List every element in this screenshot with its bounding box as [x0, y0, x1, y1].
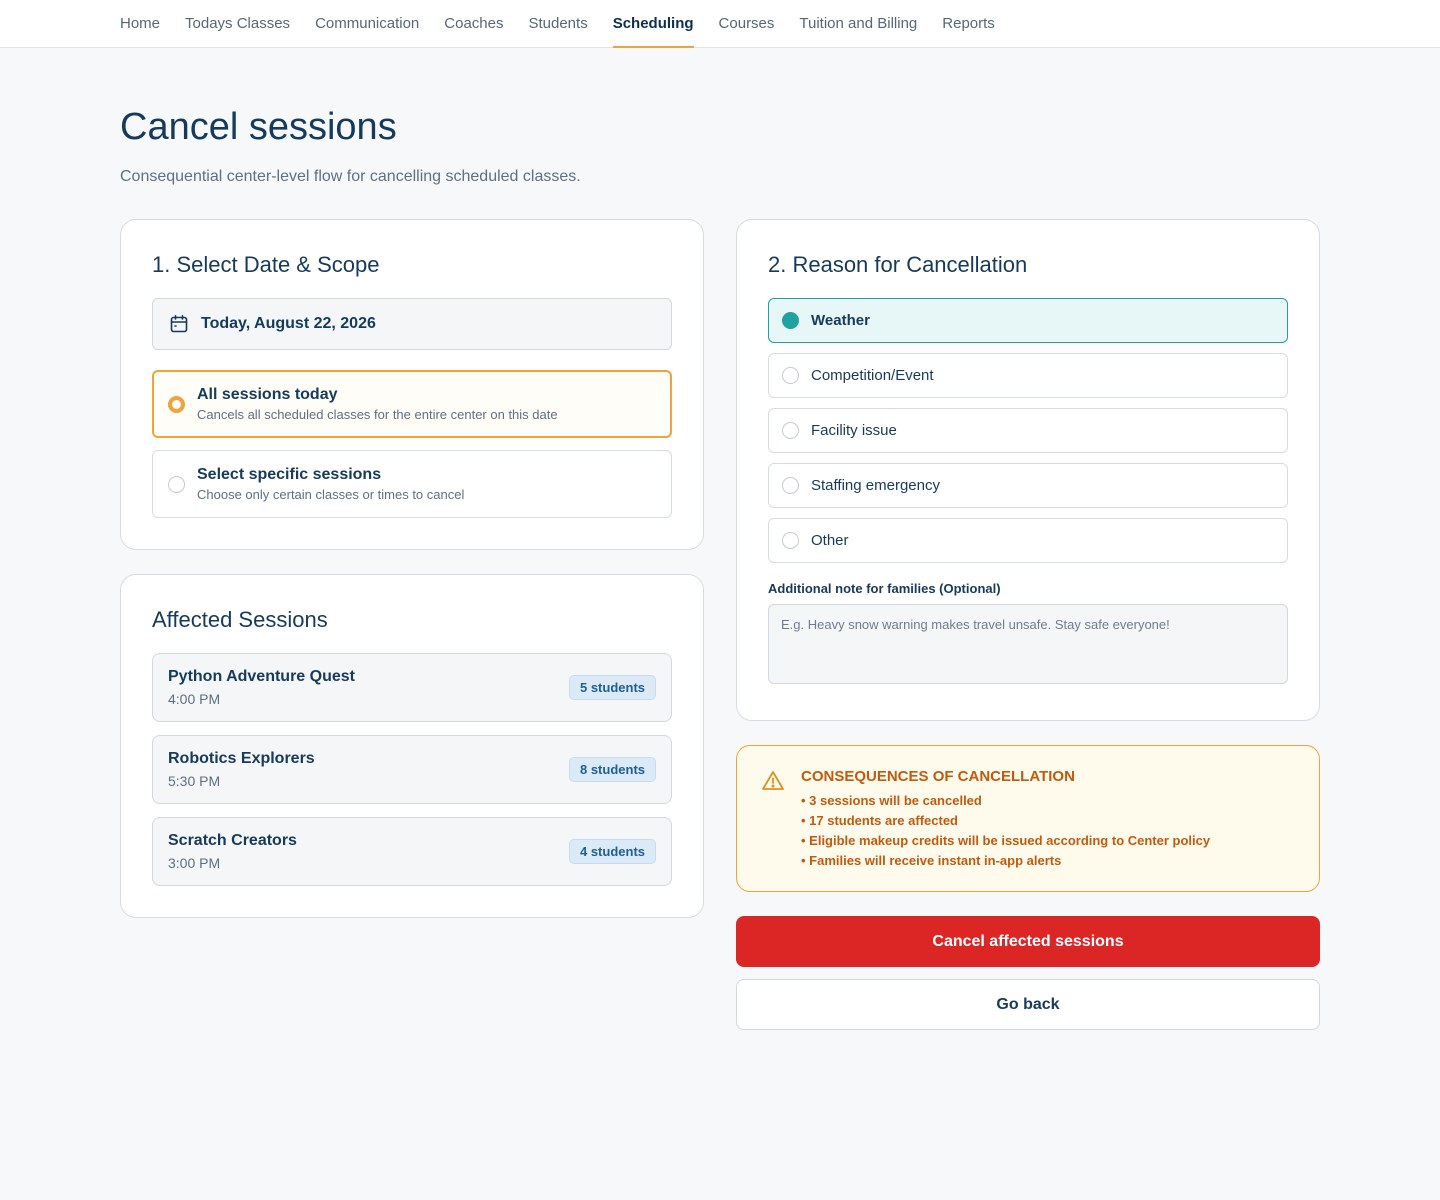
scope-option-label: All sessions today [197, 386, 338, 403]
page-subtitle: Consequential center-level flow for canc… [120, 168, 581, 185]
session-name: Python Adventure Quest [168, 668, 355, 685]
nav-reports[interactable]: Reports [942, 0, 995, 47]
reason-card: 2. Reason for Cancellation Weather Compe… [736, 219, 1320, 721]
reason-title: 2. Reason for Cancellation [768, 252, 1028, 277]
session-time: 5:30 PM [168, 773, 221, 789]
radio-unselected-icon [782, 422, 799, 439]
calendar-icon [170, 314, 188, 333]
date-scope-card: 1. Select Date & Scope Today, August 22,… [120, 219, 704, 550]
consequences-list: • 3 sessions will be cancelled • 17 stud… [801, 791, 1210, 871]
consequences-title: CONSEQUENCES OF CANCELLATION [801, 768, 1075, 785]
radio-unselected-icon [782, 367, 799, 384]
nav-communication[interactable]: Communication [315, 0, 419, 47]
affected-sessions-title: Affected Sessions [152, 607, 328, 632]
nav-scheduling[interactable]: Scheduling [612, 0, 694, 48]
family-note-input[interactable] [768, 604, 1288, 684]
left-column: 1. Select Date & Scope Today, August 22,… [120, 219, 704, 1030]
reason-option-label: Facility issue [811, 422, 897, 439]
session-name: Scratch Creators [168, 832, 297, 849]
session-time: 3:00 PM [168, 855, 221, 871]
reason-option-label: Competition/Event [811, 367, 934, 384]
right-column: 2. Reason for Cancellation Weather Compe… [736, 219, 1320, 1030]
nav-home[interactable]: Home [120, 0, 160, 47]
page-header: Cancel sessions Consequential center-lev… [0, 48, 1440, 186]
radio-unselected-icon [782, 532, 799, 549]
scope-option-specific-sessions[interactable]: Select specific sessions Choose only cer… [152, 450, 672, 518]
scope-option-label: Select specific sessions [197, 466, 382, 483]
student-count-badge: 4 students [568, 839, 656, 864]
consequence-item: • Families will receive instant in-app a… [801, 853, 1062, 868]
radio-unselected-icon [168, 475, 185, 493]
nav-tuition-and-billing[interactable]: Tuition and Billing [799, 0, 917, 47]
radio-selected-icon [782, 312, 799, 329]
scope-option-desc: Choose only certain classes or times to … [197, 487, 465, 502]
cancel-affected-sessions-button[interactable]: Cancel affected sessions [736, 916, 1320, 967]
session-row: Robotics Explorers 5:30 PM 8 students [152, 735, 672, 804]
top-navigation: Home Todays Classes Communication Coache… [0, 0, 1440, 48]
note-label: Additional note for families (Optional) [768, 581, 1001, 596]
page-title: Cancel sessions [120, 106, 397, 148]
session-name: Robotics Explorers [168, 750, 315, 767]
consequence-item: • 3 sessions will be cancelled [801, 793, 982, 808]
date-picker[interactable]: Today, August 22, 2026 [152, 298, 672, 350]
nav-courses[interactable]: Courses [719, 0, 775, 47]
affected-sessions-card: Affected Sessions Python Adventure Quest… [120, 574, 704, 918]
consequences-panel: CONSEQUENCES OF CANCELLATION • 3 session… [736, 745, 1320, 892]
student-count-badge: 5 students [568, 675, 656, 700]
nav-coaches[interactable]: Coaches [444, 0, 503, 47]
reason-option-other[interactable]: Other [768, 518, 1288, 563]
nav-students[interactable]: Students [528, 0, 587, 47]
student-count-badge: 8 students [568, 757, 656, 782]
reason-option-facility-issue[interactable]: Facility issue [768, 408, 1288, 453]
main-content: 1. Select Date & Scope Today, August 22,… [120, 219, 1320, 1030]
reason-option-staffing-emergency[interactable]: Staffing emergency [768, 463, 1288, 508]
date-scope-title: 1. Select Date & Scope [152, 252, 380, 277]
nav-todays-classes[interactable]: Todays Classes [185, 0, 290, 47]
reason-option-label: Weather [811, 312, 870, 329]
reason-option-label: Other [811, 532, 849, 549]
consequence-item: • Eligible makeup credits will be issued… [801, 833, 1211, 848]
date-value: Today, August 22, 2026 [201, 315, 376, 332]
consequence-item: • 17 students are affected [801, 813, 958, 828]
radio-selected-icon [168, 395, 185, 413]
session-row: Scratch Creators 3:00 PM 4 students [152, 817, 672, 886]
warning-icon [762, 771, 784, 790]
reason-option-label: Staffing emergency [811, 477, 940, 494]
reason-option-competition-event[interactable]: Competition/Event [768, 353, 1288, 398]
go-back-button[interactable]: Go back [736, 979, 1320, 1030]
session-time: 4:00 PM [168, 691, 221, 707]
reason-option-weather[interactable]: Weather [768, 298, 1288, 343]
session-row: Python Adventure Quest 4:00 PM 5 student… [152, 653, 672, 722]
radio-unselected-icon [782, 477, 799, 494]
scope-option-desc: Cancels all scheduled classes for the en… [197, 407, 558, 422]
scope-option-all-sessions[interactable]: All sessions today Cancels all scheduled… [152, 370, 672, 438]
